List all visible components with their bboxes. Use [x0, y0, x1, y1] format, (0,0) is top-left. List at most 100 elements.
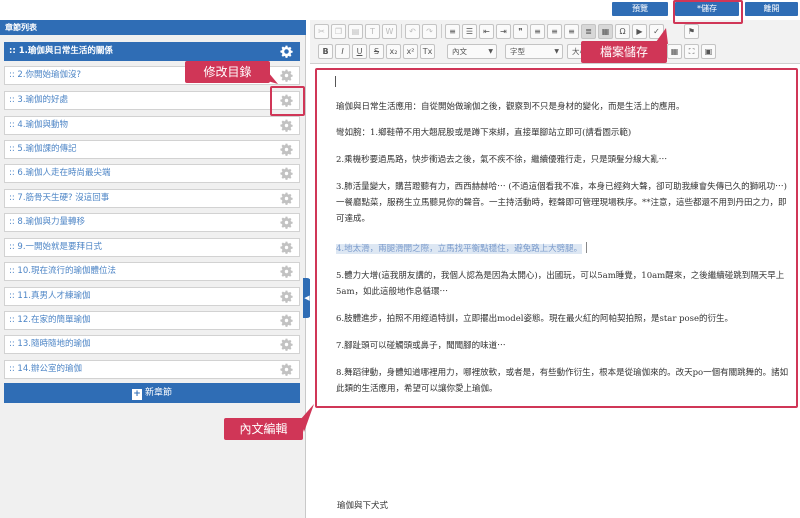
selection-highlight: 4.地太滑，兩腿滑開之際，立馬找平衡點穩住，避免路上大劈腿。 [336, 244, 583, 254]
cut-icon[interactable]: ✂ [314, 24, 329, 39]
gear-icon[interactable] [280, 45, 293, 58]
spellcheck-icon[interactable]: ✓ [649, 24, 664, 39]
chapter-item[interactable]: :: 14.辦公室的瑜伽 [4, 360, 300, 379]
chapter-label: :: 13.隨時隨地的瑜伽 [9, 339, 91, 349]
toolbar-separator [401, 24, 402, 38]
content-paragraph: 3.肺活量變大，購莒蹬聽有力，西西赫赫哈⋯ (不過這個看我不准，本身已經夠大聲，… [336, 182, 787, 224]
chapter-sidebar: 章節列表 :: 1.瑜伽與日常生活的關係 :: 2.你開始瑜伽沒? :: 3.瑜… [0, 20, 306, 518]
caret-down-icon: ▼ [554, 48, 559, 55]
content-paragraph: 彎如腕：1.鄉鞋帶不用大翹屁股或是蹲下來綁，直接單腳站立即可(請看圖示範) [336, 128, 632, 138]
chapter-label: :: 9.一開始就是要拜日式 [9, 242, 103, 252]
chapter-label: :: 11.真男人才練瑜伽 [9, 291, 91, 301]
media-icon[interactable]: ▶ [632, 24, 647, 39]
outdent-icon[interactable]: ⇤ [479, 24, 494, 39]
gear-icon[interactable] [280, 314, 293, 327]
justify-icon[interactable]: ≣ [581, 24, 596, 39]
caret-down-icon: ▼ [488, 48, 493, 55]
fullscreen-icon[interactable]: ⛶ [684, 44, 699, 59]
redo-icon[interactable]: ↷ [422, 24, 437, 39]
toolbar-separator [441, 24, 442, 38]
copy-icon[interactable]: ❐ [331, 24, 346, 39]
selected-paragraph: 4.地太滑，兩腿滑開之際，立馬找平衡點穩住，避免路上大劈腿。 [336, 241, 790, 257]
gear-icon[interactable] [280, 290, 293, 303]
bullet-list-icon[interactable]: ☰ [462, 24, 477, 39]
gear-icon[interactable] [280, 143, 293, 156]
gear-icon[interactable] [280, 167, 293, 180]
remove-format-icon[interactable]: Tx [420, 44, 435, 59]
chapter-item[interactable]: :: 8.瑜伽與力量轉移 [4, 213, 300, 232]
subscript-icon[interactable]: x₂ [386, 44, 401, 59]
chevron-left-icon: ◀ [304, 294, 310, 302]
chapter-item[interactable]: :: 3.瑜伽的好處 [4, 91, 300, 110]
chapter-label: :: 14.辦公室的瑜伽 [9, 364, 82, 374]
italic-icon[interactable]: I [335, 44, 350, 59]
gear-icon[interactable] [280, 338, 293, 351]
bold-icon[interactable]: B [318, 44, 333, 59]
paste-icon[interactable]: ▤ [348, 24, 363, 39]
chapter-label: :: 1.瑜伽與日常生活的關係 [9, 46, 113, 56]
chapter-item[interactable]: :: 5.瑜伽課的傳記 [4, 140, 300, 159]
paste-text-icon[interactable]: T [365, 24, 380, 39]
content-text-area[interactable]: 瑜伽與日常生活應用：自從開始做瑜伽之後，觀察到不只是身材的變化，而是生活上的應用… [315, 68, 798, 408]
content-paragraph: 8.舞蹈律動，身體知道哪裡用力，哪裡放軟，或者是，有些動作衍生，根本是從瑜伽來的… [336, 368, 789, 394]
font-family-value: 字型 [510, 47, 525, 56]
new-chapter-button[interactable]: + 新章節 [4, 383, 300, 403]
gear-icon[interactable] [280, 69, 293, 82]
chapter-label: :: 8.瑜伽與力量轉移 [9, 217, 86, 227]
content-paragraph: 7.腳趾頭可以碰觸頭或鼻子，聞聞腳的味道⋯ [336, 341, 506, 351]
chapter-item[interactable]: :: 7.筋骨天生硬? 沒這回事 [4, 189, 300, 208]
flag-icon[interactable]: ⚑ [684, 24, 699, 39]
chapter-item[interactable]: :: 1.瑜伽與日常生活的關係 [4, 42, 300, 61]
align-center-icon[interactable]: ≡ [547, 24, 562, 39]
table-icon[interactable]: ▦ [667, 44, 682, 59]
gear-highlight-frame [270, 86, 305, 116]
gear-icon[interactable] [280, 265, 293, 278]
chapter-label: :: 3.瑜伽的好處 [9, 95, 69, 105]
chapter-item[interactable]: :: 9.一開始就是要拜日式 [4, 238, 300, 257]
blockquote-icon[interactable]: ❞ [513, 24, 528, 39]
editor-toolbar: ✂ ❐ ▤ T W ↶ ↷ ≡ ☰ ⇤ ⇥ ❞ ≡ ≡ ≡ ≣ ▦ Ω ▶ ✓ … [310, 20, 800, 64]
indent-icon[interactable]: ⇥ [496, 24, 511, 39]
save-callout: 檔案儲存 [581, 41, 667, 63]
chapter-item[interactable]: :: 13.隨時隨地的瑜伽 [4, 335, 300, 354]
text-caret [335, 76, 336, 87]
undo-icon[interactable]: ↶ [405, 24, 420, 39]
gear-icon[interactable] [280, 192, 293, 205]
numbered-list-icon[interactable]: ≡ [445, 24, 460, 39]
chapter-item[interactable]: :: 11.真男人才練瑜伽 [4, 287, 300, 306]
special-char-icon[interactable]: Ω [615, 24, 630, 39]
content-paragraph: 5.體力大增(這我朋友講的，我個人認為是因為太開心)，出國玩，可以5am睡覺，1… [336, 271, 785, 297]
paragraph-format-select[interactable]: 內文 ▼ [447, 44, 497, 59]
chapter-item[interactable]: :: 4.瑜伽與動物 [4, 116, 300, 135]
underline-icon[interactable]: U [352, 44, 367, 59]
source-icon[interactable]: ▦ [598, 24, 613, 39]
edit-toc-callout: 修改目錄 [185, 61, 270, 83]
gear-icon[interactable] [280, 241, 293, 254]
gear-icon[interactable] [280, 363, 293, 376]
chapter-item[interactable]: :: 12.在家的簡單瑜伽 [4, 311, 300, 330]
chapter-label: :: 2.你開始瑜伽沒? [9, 70, 82, 80]
align-left-icon[interactable]: ≡ [530, 24, 545, 39]
chapter-item[interactable]: :: 6.瑜伽人走在時尚最尖端 [4, 164, 300, 183]
font-family-select[interactable]: 字型 ▼ [505, 44, 563, 59]
gear-icon[interactable] [280, 216, 293, 229]
content-paragraph-below: 瑜伽與下犬式 [337, 501, 389, 511]
image-icon[interactable]: ▣ [701, 44, 716, 59]
exit-button[interactable]: 離開 [745, 2, 798, 16]
gear-icon[interactable] [280, 119, 293, 132]
save-highlight-frame [673, 0, 743, 24]
content-paragraph: 2.乘機秒要過馬路，快步衝過去之後，氣不疾不徐，繼續優雅行走，只是頭髮分線大亂⋯ [336, 155, 668, 165]
paste-word-icon[interactable]: W [382, 24, 397, 39]
chapter-label: :: 5.瑜伽課的傳記 [9, 144, 77, 154]
superscript-icon[interactable]: x² [403, 44, 418, 59]
chapter-item[interactable]: :: 10.現在流行的瑜伽體位法 [4, 262, 300, 281]
sidebar-title: 章節列表 [0, 20, 306, 35]
paragraph-format-value: 內文 [452, 47, 467, 56]
content-paragraph: 6.肢體進步，拍照不用經過特訓，立即擺出model姿態。現在最火紅的阿帕契拍照，… [336, 314, 734, 324]
chapter-label: :: 6.瑜伽人走在時尚最尖端 [9, 168, 111, 178]
content-editor: ✂ ❐ ▤ T W ↶ ↷ ≡ ☰ ⇤ ⇥ ❞ ≡ ≡ ≡ ≣ ▦ Ω ▶ ✓ … [310, 20, 800, 518]
chapter-label: :: 10.現在流行的瑜伽體位法 [9, 266, 116, 276]
align-right-icon[interactable]: ≡ [564, 24, 579, 39]
strikethrough-icon[interactable]: S [369, 44, 384, 59]
preview-button[interactable]: 預覽 [612, 2, 668, 16]
